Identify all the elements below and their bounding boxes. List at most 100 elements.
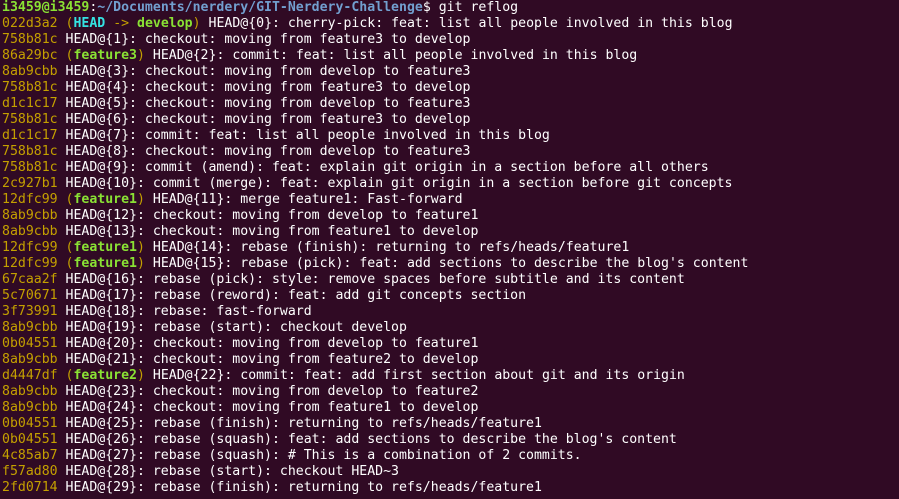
branch-ref-label: feature1 <box>73 256 138 271</box>
reflog-message: HEAD@{27}: rebase (squash): # This is a … <box>65 448 582 463</box>
reflog-output: 022d3a2 (HEAD -> develop) HEAD@{0}: cher… <box>0 16 899 496</box>
commit-hash: 8ab9cbb <box>2 384 58 399</box>
reflog-message: HEAD@{14}: rebase (finish): returning to… <box>152 240 630 255</box>
prompt-user-host: i3459@i3459 <box>2 0 90 15</box>
reflog-entry: 8ab9cbb HEAD@{13}: checkout: moving from… <box>0 224 899 240</box>
reflog-message: HEAD@{21}: checkout: moving from feature… <box>65 352 479 367</box>
reflog-entry: 758b81c HEAD@{4}: checkout: moving from … <box>0 80 899 96</box>
branch-ref-label: feature1 <box>73 192 138 207</box>
commit-hash: 5c70671 <box>2 288 58 303</box>
commit-hash: 8ab9cbb <box>2 64 58 79</box>
reflog-entry: f57ad80 HEAD@{28}: rebase (start): check… <box>0 464 899 480</box>
prompt-dollar: $ <box>422 0 431 15</box>
reflog-message: HEAD@{22}: commit: feat: add first secti… <box>152 368 685 383</box>
commit-hash: 758b81c <box>2 144 58 159</box>
reflog-message: HEAD@{0}: cherry-pick: feat: list all pe… <box>208 16 733 31</box>
ref-paren-close: ) <box>137 256 145 271</box>
commit-hash: d1c1c17 <box>2 96 58 111</box>
reflog-entry: 5c70671 HEAD@{17}: rebase (reword): feat… <box>0 288 899 304</box>
reflog-message: HEAD@{19}: rebase (start): checkout deve… <box>65 320 407 335</box>
commit-hash: f57ad80 <box>2 464 58 479</box>
reflog-entry: 8ab9cbb HEAD@{3}: checkout: moving from … <box>0 64 899 80</box>
reflog-message: HEAD@{23}: checkout: moving from develop… <box>65 384 479 399</box>
reflog-message: HEAD@{29}: rebase (finish): returning to… <box>65 480 542 495</box>
reflog-message: HEAD@{28}: rebase (start): checkout HEAD… <box>65 464 399 479</box>
reflog-message: HEAD@{18}: rebase: fast-forward <box>65 304 312 319</box>
commit-hash: 758b81c <box>2 32 58 47</box>
commit-hash: 12dfc99 <box>2 192 58 207</box>
reflog-message: HEAD@{3}: checkout: moving from develop … <box>65 64 471 79</box>
commit-hash: d4447df <box>2 368 58 383</box>
reflog-entry: 12dfc99 (feature1) HEAD@{15}: rebase (pi… <box>0 256 899 272</box>
reflog-message: HEAD@{17}: rebase (reword): feat: add gi… <box>65 288 527 303</box>
reflog-message: HEAD@{4}: checkout: moving from feature3… <box>65 80 471 95</box>
terminal-window[interactable]: i3459@i3459:~/Documents/nerdery/GIT-Nerd… <box>0 0 899 499</box>
reflog-entry: 2fd0714 HEAD@{29}: rebase (finish): retu… <box>0 480 899 496</box>
reflog-entry: 0b04551 HEAD@{25}: rebase (finish): retu… <box>0 416 899 432</box>
reflog-message: HEAD@{15}: rebase (pick): feat: add sect… <box>152 256 749 271</box>
reflog-message: HEAD@{11}: merge feature1: Fast-forward <box>152 192 463 207</box>
prompt-line: i3459@i3459:~/Documents/nerdery/GIT-Nerd… <box>0 0 899 16</box>
reflog-entry: 8ab9cbb HEAD@{21}: checkout: moving from… <box>0 352 899 368</box>
reflog-message: HEAD@{26}: rebase (squash): feat: add se… <box>65 432 677 447</box>
head-ref-label: HEAD <box>73 16 106 31</box>
commit-hash: 4c85ab7 <box>2 448 58 463</box>
commit-hash: 67caa2f <box>2 272 58 287</box>
commit-hash: 0b04551 <box>2 432 58 447</box>
reflog-entry: d1c1c17 HEAD@{5}: checkout: moving from … <box>0 96 899 112</box>
commit-hash: 2fd0714 <box>2 480 58 495</box>
reflog-entry: 8ab9cbb HEAD@{12}: checkout: moving from… <box>0 208 899 224</box>
reflog-entry: 758b81c HEAD@{6}: checkout: moving from … <box>0 112 899 128</box>
reflog-entry: 8ab9cbb HEAD@{24}: checkout: moving from… <box>0 400 899 416</box>
reflog-message: HEAD@{7}: commit: feat: list all people … <box>65 128 550 143</box>
reflog-entry: 022d3a2 (HEAD -> develop) HEAD@{0}: cher… <box>0 16 899 32</box>
reflog-entry: 67caa2f HEAD@{16}: rebase (pick): style:… <box>0 272 899 288</box>
branch-ref-label: feature3 <box>73 48 138 63</box>
reflog-message: HEAD@{1}: checkout: moving from feature3… <box>65 32 471 47</box>
reflog-message: HEAD@{20}: checkout: moving from develop… <box>65 336 479 351</box>
commit-hash: 12dfc99 <box>2 240 58 255</box>
commit-hash: 8ab9cbb <box>2 400 58 415</box>
commit-hash: 758b81c <box>2 160 58 175</box>
reflog-message: HEAD@{16}: rebase (pick): style: remove … <box>65 272 685 287</box>
ref-paren-close: ) <box>137 48 145 63</box>
reflog-message: HEAD@{13}: checkout: moving from feature… <box>65 224 479 239</box>
commit-hash: 12dfc99 <box>2 256 58 271</box>
ref-arrow: -> <box>105 16 138 31</box>
ref-paren-close: ) <box>192 16 201 31</box>
reflog-message: HEAD@{8}: checkout: moving from develop … <box>65 144 471 159</box>
commit-hash: 8ab9cbb <box>2 224 58 239</box>
reflog-entry: 86a29bc (feature3) HEAD@{2}: commit: fea… <box>0 48 899 64</box>
commit-hash: 3f73991 <box>2 304 58 319</box>
commit-hash: 0b04551 <box>2 336 58 351</box>
ref-paren-close: ) <box>137 368 145 383</box>
commit-hash: 022d3a2 <box>2 16 58 31</box>
reflog-entry: 8ab9cbb HEAD@{23}: checkout: moving from… <box>0 384 899 400</box>
reflog-message: HEAD@{24}: checkout: moving from feature… <box>65 400 479 415</box>
reflog-entry: 2c927b1 HEAD@{10}: commit (merge): feat:… <box>0 176 899 192</box>
reflog-message: HEAD@{6}: checkout: moving from feature3… <box>65 112 471 127</box>
reflog-message: HEAD@{2}: commit: feat: list all people … <box>152 48 638 63</box>
commit-hash: 8ab9cbb <box>2 320 58 335</box>
reflog-message: HEAD@{10}: commit (merge): feat: explain… <box>65 176 733 191</box>
ref-paren-close: ) <box>137 192 145 207</box>
ref-paren-close: ) <box>137 240 145 255</box>
reflog-entry: 758b81c HEAD@{9}: commit (amend): feat: … <box>0 160 899 176</box>
branch-ref-label: develop <box>137 16 193 31</box>
reflog-entry: d4447df (feature2) HEAD@{22}: commit: fe… <box>0 368 899 384</box>
reflog-entry: 12dfc99 (feature1) HEAD@{11}: merge feat… <box>0 192 899 208</box>
commit-hash: 758b81c <box>2 112 58 127</box>
commit-hash: 2c927b1 <box>2 176 58 191</box>
command-text: git reflog <box>430 0 519 15</box>
reflog-entry: 4c85ab7 HEAD@{27}: rebase (squash): # Th… <box>0 448 899 464</box>
reflog-entry: 3f73991 HEAD@{18}: rebase: fast-forward <box>0 304 899 320</box>
reflog-entry: 0b04551 HEAD@{20}: checkout: moving from… <box>0 336 899 352</box>
commit-hash: 86a29bc <box>2 48 58 63</box>
reflog-entry: 0b04551 HEAD@{26}: rebase (squash): feat… <box>0 432 899 448</box>
branch-ref-label: feature2 <box>73 368 138 383</box>
reflog-entry: 8ab9cbb HEAD@{19}: rebase (start): check… <box>0 320 899 336</box>
reflog-message: HEAD@{25}: rebase (finish): returning to… <box>65 416 542 431</box>
commit-hash: 758b81c <box>2 80 58 95</box>
reflog-entry: 758b81c HEAD@{8}: checkout: moving from … <box>0 144 899 160</box>
branch-ref-label: feature1 <box>73 240 138 255</box>
